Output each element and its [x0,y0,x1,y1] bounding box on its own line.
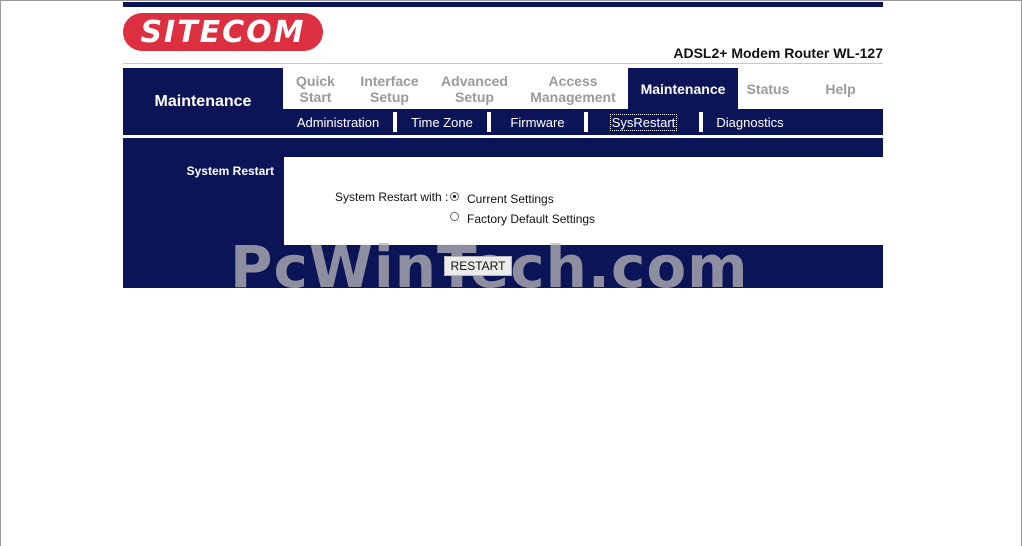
tab-advanced-setup[interactable]: Advanced Setup [431,68,518,109]
factory-default-label: Factory Default Settings [467,212,596,226]
tab-interface-setup[interactable]: Interface Setup [348,68,431,109]
logo-text: SITECOM [140,14,306,50]
current-settings-label: Current Settings [467,192,554,206]
subnav-firmware[interactable]: Firmware [491,112,588,132]
subnav-diagnostics[interactable]: Diagnostics [703,112,797,132]
subnav-sysrestart[interactable]: SysRestart [588,112,703,132]
sub-nav: Administration Time Zone Firmware SysRes… [283,109,883,135]
subnav-administration-label: Administration [296,114,380,130]
restart-with-label: System Restart with : [335,190,449,204]
header-divider [123,63,883,64]
subnav-firmware-label: Firmware [510,114,565,130]
subnav-time-zone[interactable]: Time Zone [397,112,491,132]
subnav-sysrestart-label: SysRestart [609,113,678,131]
section-title: Maintenance [123,68,283,135]
tab-help[interactable]: Help [798,68,883,109]
tab-quick-start[interactable]: Quick Start [283,68,348,109]
model-name: ADSL2+ Modem Router WL-127 [673,45,883,61]
subnav-administration[interactable]: Administration [283,112,397,132]
system-restart-heading: System Restart [186,164,274,178]
subnav-diagnostics-label: Diagnostics [716,114,784,130]
radio-current-settings[interactable] [450,192,459,201]
top-accent-bar [123,2,883,7]
subnav-time-zone-label: Time Zone [411,114,473,130]
tab-maintenance[interactable]: Maintenance [628,68,738,109]
tab-bar: Quick Start Interface Setup Advanced Set… [283,68,883,109]
sitecom-logo: SITECOM [123,13,323,51]
restart-button[interactable]: RESTART [444,256,512,276]
tab-access-management[interactable]: Access Management [518,68,628,109]
main-nav: Maintenance Quick Start Interface Setup … [123,68,883,135]
tab-status[interactable]: Status [738,68,798,109]
radio-factory-default[interactable] [450,212,459,221]
